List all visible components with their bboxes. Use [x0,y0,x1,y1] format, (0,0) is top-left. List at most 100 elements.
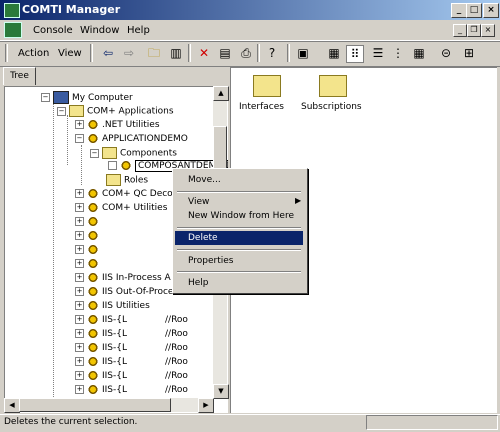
computer-icon [53,91,69,104]
menu-console[interactable]: Console [33,25,73,36]
menu-separator [177,227,301,229]
folder-icon[interactable] [319,75,347,97]
com-app-icon [87,188,99,199]
tree-item-iis[interactable]: + IIS-{L//Roo [75,384,188,397]
tree-item[interactable]: + [75,244,102,257]
expand-icon[interactable]: + [75,189,84,198]
close-button[interactable]: × [483,3,499,18]
expand-icon[interactable]: + [75,315,84,324]
refresh-icon[interactable]: ▣ [295,45,311,61]
collapse-icon[interactable]: − [75,134,84,143]
com-app-icon [87,342,99,353]
delete-icon[interactable]: ✕ [196,45,212,61]
expand-icon[interactable]: + [75,259,84,268]
tree-item-iis-utilities[interactable]: + IIS Utilities [75,300,150,313]
expand-icon[interactable]: + [75,231,84,240]
mdi-close-button[interactable]: × [481,24,495,37]
tree-item-roles[interactable]: Roles [106,174,148,187]
console-icon[interactable] [4,22,22,38]
menu-item-properties[interactable]: Properties [175,254,303,268]
com-app-icon [87,356,99,367]
expand-icon[interactable]: + [75,217,84,226]
stop-icon[interactable]: ⊝ [438,45,454,61]
folder-label-interfaces[interactable]: Interfaces [239,102,284,112]
app-icon[interactable] [4,3,20,18]
folder-label-subscriptions[interactable]: Subscriptions [301,102,362,112]
tree-item-qc[interactable]: + COM+ QC Deco [75,188,173,201]
tree-item-my-computer[interactable]: − My Computer [41,91,133,104]
folder-icon[interactable] [253,75,281,97]
mdi-restore-button[interactable]: ❐ [467,24,481,37]
up-folder-icon[interactable]: 🗀 [146,45,162,61]
expand-icon[interactable]: + [75,343,84,352]
scroll-up-icon[interactable]: ▲ [213,86,229,101]
tree-horizontal-scroll-thumb[interactable] [19,398,171,412]
menu-item-move[interactable]: Move... [175,173,303,187]
menu-item-delete[interactable]: Delete [175,231,303,245]
submenu-arrow-icon: ▶ [295,196,302,205]
com-app-icon [87,244,99,255]
scroll-right-icon[interactable]: ▶ [198,398,214,413]
expand-icon[interactable]: + [75,301,84,310]
back-icon[interactable]: ⇦ [100,45,116,61]
minimize-button[interactable]: _ [451,3,467,18]
tree-item-iis[interactable]: + IIS-{L//Roo [75,370,188,383]
tree-item-com-utilities[interactable]: + COM+ Utilities [75,202,167,215]
action-menu[interactable]: Action [18,48,49,59]
menu-help[interactable]: Help [127,25,150,36]
tree-item-net-utilities[interactable]: + .NET Utilities [75,119,160,132]
tree-item-appdemo[interactable]: − APPLICATIONDEMO [75,133,188,146]
toolbar-separator [287,44,290,62]
expand-icon[interactable] [108,161,117,170]
expand-icon[interactable]: + [75,371,84,380]
scroll-down-icon[interactable]: ▼ [213,384,229,399]
expand-icon[interactable]: + [75,357,84,366]
maximize-button[interactable]: □ [466,3,482,18]
grid-view-icon[interactable]: ▦ [411,45,427,61]
context-menu: Move... View ▶ New Window from Here Dele… [172,168,308,294]
collapse-icon[interactable]: − [57,106,66,116]
large-icons-icon[interactable]: ▦ [326,45,342,61]
tree-item-iis[interactable]: + IIS-{L//Roo [75,356,188,369]
properties-icon[interactable]: ▤ [217,45,233,61]
scroll-left-icon[interactable]: ◀ [4,398,20,413]
menu-bar [0,20,500,41]
expand-icon[interactable]: + [75,245,84,254]
expand-icon[interactable]: + [75,287,84,296]
tree-item-iis-inprocess[interactable]: + IIS In-Process A [75,272,171,285]
collapse-icon[interactable]: − [90,148,99,158]
menu-item-view[interactable]: View [175,195,303,209]
com-app-icon [87,258,99,269]
menu-item-new-window[interactable]: New Window from Here [175,209,303,223]
tree-item-iis[interactable]: + IIS-{L//Roo [75,342,188,355]
tree-item[interactable]: + [75,216,102,229]
export-list-icon[interactable]: ⎙ [238,45,254,61]
menu-item-help[interactable]: Help [175,276,303,290]
list-view-icon[interactable]: ☰ [370,45,386,61]
status-panel [366,415,498,430]
expand-icon[interactable]: + [75,329,84,338]
expand-icon[interactable]: + [75,120,84,129]
toolbar-separator [90,44,93,62]
collapse-icon[interactable]: − [41,93,50,102]
mdi-minimize-button[interactable]: _ [453,24,467,37]
view-status-icon[interactable]: ⊞ [461,45,477,61]
small-icons-icon[interactable]: ⠿ [346,45,364,63]
expand-icon[interactable]: + [75,203,84,212]
tab-tree[interactable]: Tree [3,67,36,85]
tree-item-iis[interactable]: + IIS-{L//Roo [75,314,188,327]
help-icon[interactable]: ? [264,45,280,61]
show-hide-tree-icon[interactable]: ▥ [168,45,184,61]
tree-item-iis[interactable]: + IIS-{L//Roo [75,328,188,341]
forward-icon[interactable]: ⇨ [121,45,137,61]
tree-item[interactable]: + [75,230,102,243]
com-app-icon [87,133,99,144]
expand-icon[interactable]: + [75,385,84,394]
tree-item-com-apps[interactable]: − COM+ Applications [57,105,174,118]
menu-window[interactable]: Window [80,25,119,36]
expand-icon[interactable]: + [75,273,84,282]
view-menu[interactable]: View [58,48,82,59]
tree-item-components[interactable]: − Components [90,147,177,160]
detail-view-icon[interactable]: ⋮ [390,45,406,61]
tree-item[interactable]: + [75,258,102,271]
